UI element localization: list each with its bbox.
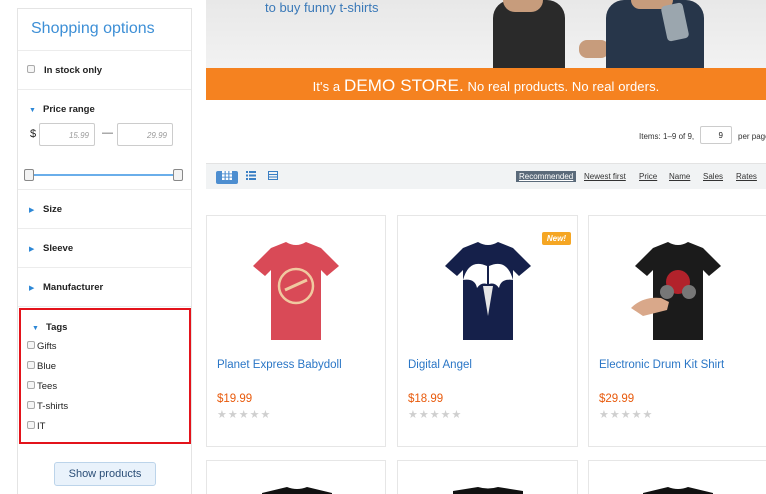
price-slider-track[interactable] (30, 174, 180, 176)
rating-stars[interactable]: ★★★★★ (599, 408, 653, 421)
list-view-icon[interactable] (244, 171, 258, 184)
product-card[interactable]: New! Digital Angel $18.99 ★★★★★ (397, 215, 578, 447)
model-photo (579, 40, 609, 58)
promo-banner-image[interactable]: to buy funny t-shirts (206, 0, 766, 68)
model-photo (606, 0, 704, 68)
show-products-button[interactable]: Show products (54, 462, 156, 486)
product-card[interactable] (397, 460, 578, 494)
demo-prefix: It's a (312, 79, 341, 94)
product-name[interactable]: Electronic Drum Kit Shirt (599, 359, 724, 371)
in-stock-checkbox[interactable] (27, 65, 35, 74)
size-label: Size (43, 204, 63, 215)
per-page-label: per page (738, 132, 766, 141)
product-card[interactable] (588, 460, 766, 494)
sort-toolbar: Recommended Newest first Price Name Sale… (206, 163, 766, 189)
price-range-toggle[interactable]: ▼ Price range (18, 104, 191, 115)
price-range-filter: ▼ Price range $ 15.99 — 29.99 (18, 90, 191, 190)
tag-checkbox[interactable] (27, 361, 35, 370)
chevron-right-icon: ▶ (29, 246, 35, 253)
product-image[interactable] (242, 485, 352, 494)
manufacturer-label: Manufacturer (43, 282, 104, 293)
sort-rates[interactable]: Rates (736, 172, 757, 181)
product-card[interactable] (206, 460, 386, 494)
table-view-icon[interactable] (266, 171, 280, 184)
tag-item-it[interactable]: IT (21, 421, 189, 441)
shopping-options-sidebar: Shopping options In stock only ▼ Price ra… (17, 8, 192, 494)
product-card[interactable]: Electronic Drum Kit Shirt $29.99 ★★★★★ (588, 215, 766, 447)
rating-stars[interactable]: ★★★★★ (408, 408, 462, 421)
price-range-label: Price range (43, 104, 95, 115)
tag-checkbox[interactable] (27, 421, 35, 430)
in-stock-filter[interactable]: In stock only (18, 51, 191, 90)
chevron-right-icon: ▶ (29, 285, 35, 292)
product-image[interactable] (433, 236, 543, 346)
price-dash: — (102, 127, 113, 139)
tags-toggle[interactable]: ▼ Tags (21, 322, 189, 333)
tag-label: T-shirts (37, 401, 69, 412)
price-max-input[interactable]: 29.99 (117, 123, 173, 146)
banner-tagline: to buy funny t-shirts (265, 0, 379, 15)
price-slider-max-handle[interactable] (173, 169, 183, 181)
sleeve-label: Sleeve (43, 243, 74, 254)
size-filter[interactable]: ▶ Size (18, 190, 191, 229)
tag-item-gifts[interactable]: Gifts (21, 341, 189, 361)
tag-checkbox[interactable] (27, 401, 35, 410)
chevron-down-icon: ▼ (29, 107, 36, 114)
tags-label: Tags (46, 322, 68, 333)
product-image[interactable] (623, 236, 733, 346)
grid-view-icon[interactable] (216, 171, 238, 184)
product-name[interactable]: Digital Angel (408, 359, 472, 371)
manufacturer-filter[interactable]: ▶ Manufacturer (18, 268, 191, 307)
tag-label: IT (37, 421, 46, 432)
rating-stars[interactable]: ★★★★★ (217, 408, 271, 421)
sidebar-title: Shopping options (18, 9, 191, 51)
sort-name[interactable]: Name (669, 172, 690, 181)
tag-item-t-shirts[interactable]: T-shirts (21, 401, 189, 421)
chevron-down-icon: ▼ (32, 325, 39, 332)
model-photo (503, 0, 543, 12)
product-image[interactable] (623, 485, 733, 494)
new-badge: New! (541, 232, 571, 245)
tag-item-blue[interactable]: Blue (21, 361, 189, 381)
tag-checkbox[interactable] (27, 381, 35, 390)
demo-store-notice: It's a DEMO STORE. No real products. No … (206, 68, 766, 100)
product-card[interactable]: Planet Express Babydoll $19.99 ★★★★★ (206, 215, 386, 447)
product-image[interactable] (241, 236, 351, 346)
product-price: $19.99 (217, 393, 253, 405)
per-page-input[interactable]: 9 (700, 126, 732, 144)
demo-suffix: No real products. No real orders. (467, 79, 660, 94)
product-price: $29.99 (599, 393, 635, 405)
tag-item-tees[interactable]: Tees (21, 381, 189, 401)
sleeve-filter[interactable]: ▶ Sleeve (18, 229, 191, 268)
tag-label: Blue (37, 361, 57, 372)
in-stock-label: In stock only (44, 65, 103, 76)
tags-filter: ▼ Tags Gifts Blue Tees T-shirts IT (19, 308, 191, 444)
items-count: Items: 1–9 of 9, (639, 132, 695, 141)
price-slider-min-handle[interactable] (24, 169, 34, 181)
demo-big-text: DEMO STORE. (343, 76, 464, 95)
sort-recommended[interactable]: Recommended (516, 171, 577, 182)
sort-sales[interactable]: Sales (703, 172, 723, 181)
tag-label: Gifts (37, 341, 57, 352)
currency-symbol: $ (30, 128, 37, 140)
chevron-right-icon: ▶ (29, 207, 35, 214)
product-name[interactable]: Planet Express Babydoll (217, 359, 342, 371)
tag-checkbox[interactable] (27, 341, 35, 350)
price-min-input[interactable]: 15.99 (39, 123, 95, 146)
tag-label: Tees (37, 381, 58, 392)
product-price: $18.99 (408, 393, 444, 405)
sort-price[interactable]: Price (639, 172, 657, 181)
product-image[interactable] (433, 485, 543, 494)
sort-newest-first[interactable]: Newest first (584, 172, 626, 181)
